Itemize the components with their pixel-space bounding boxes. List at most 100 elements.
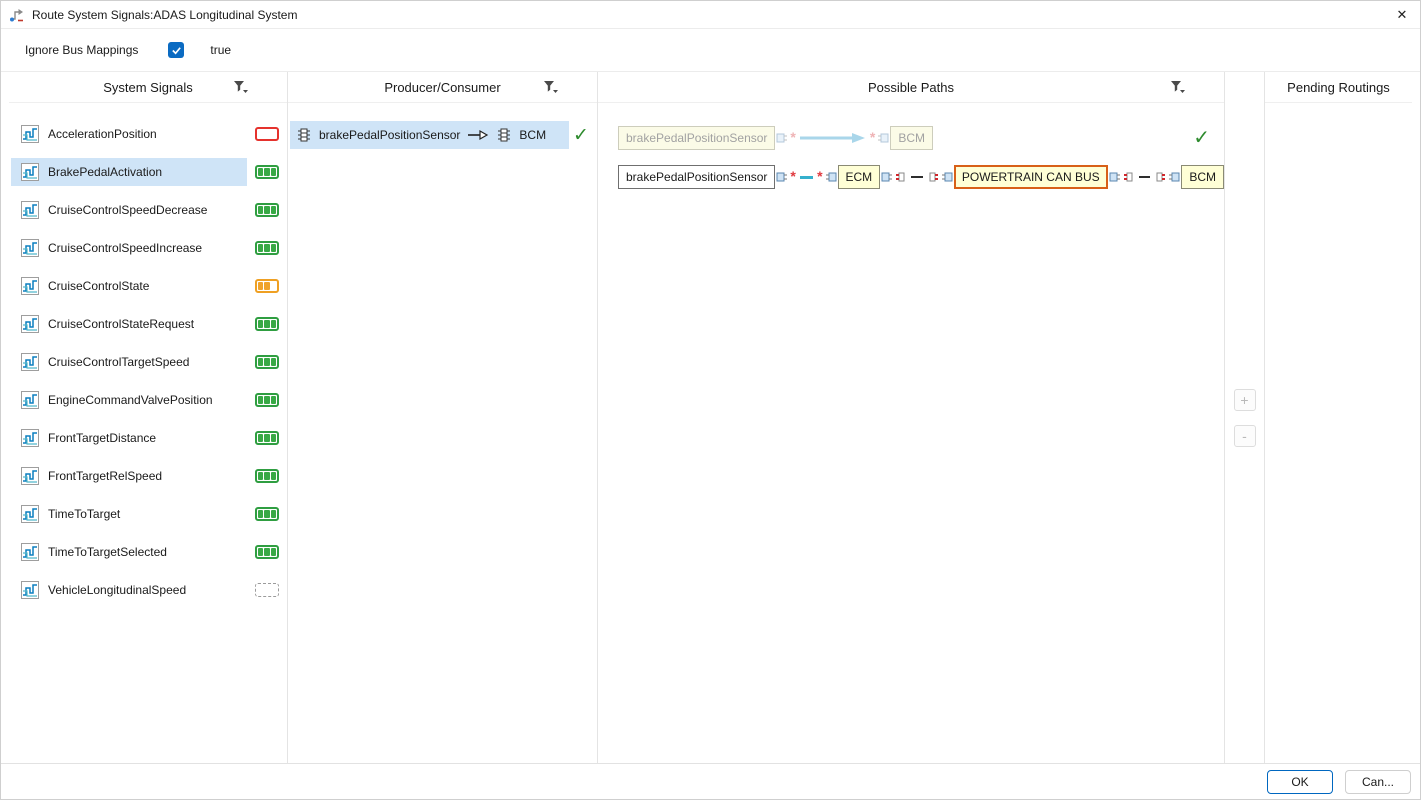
signal-row[interactable]: CruiseControlStateRequest [9,305,287,343]
component-icon [296,127,312,143]
path-node[interactable]: ECM [838,165,881,189]
signal-status-icon [255,165,279,179]
port-icon [1109,171,1121,183]
asterisk: * [817,168,822,184]
bus-pin-icon [1154,171,1166,183]
signal-row[interactable]: VehicleLongitudinalSpeed [9,571,287,609]
filter-icon[interactable] [543,80,559,95]
ok-button[interactable]: OK [1267,770,1333,794]
path-node[interactable]: brakePedalPositionSensor [618,165,775,189]
dialog-icon [9,7,25,23]
signal-row[interactable]: CruiseControlSpeedDecrease [9,191,287,229]
signal-status-icon [255,507,279,521]
path-node[interactable]: BCM [1181,165,1224,189]
ignore-bus-mappings-label: Ignore Bus Mappings [25,43,138,57]
port-icon [825,171,837,183]
signal-label: EngineCommandValvePosition [48,393,213,407]
signal-label: TimeToTarget [48,507,120,521]
bus-pin-icon [927,171,939,183]
close-button[interactable]: ✕ [1384,1,1420,28]
signal-status-icon [255,279,279,293]
path-row-direct[interactable]: brakePedalPositionSensor * * BCM ✓ [618,125,1224,150]
signal-row[interactable]: TimeToTargetSelected [9,533,287,571]
signal-status-icon [255,317,279,331]
signal-status-icon [255,241,279,255]
system-signals-list: AccelerationPosition BrakePedalActivatio… [9,103,287,609]
signal-status-icon [255,545,279,559]
signal-label: FrontTargetDistance [48,431,156,445]
system-signals-title: System Signals [103,80,193,95]
asterisk: * [790,168,795,184]
signal-waveform-icon [21,467,39,485]
ignore-bus-mappings-value: true [210,43,231,57]
signal-row[interactable]: AccelerationPosition [9,115,287,153]
signal-status-icon [255,355,279,369]
pending-routings-list [1265,103,1412,763]
mapped-connection-arrow [800,132,866,144]
signal-waveform-icon [21,391,39,409]
bus-pin-icon [1123,171,1135,183]
bus-connection-line [911,176,923,178]
path-node[interactable]: BCM [890,126,933,150]
signal-status-icon [255,469,279,483]
signal-waveform-icon [21,353,39,371]
routing-transfer-strip: + - [1225,72,1265,763]
route-system-signals-dialog: Route System Signals:ADAS Longitudinal S… [0,0,1421,800]
signal-waveform-icon [21,277,39,295]
add-routing-button[interactable]: + [1234,389,1256,411]
signal-label: FrontTargetRelSpeed [48,469,162,483]
path-node-selected[interactable]: POWERTRAIN CAN BUS [954,165,1108,189]
signal-row[interactable]: CruiseControlState [9,267,287,305]
window-title: Route System Signals:ADAS Longitudinal S… [32,8,297,22]
signal-row[interactable]: FrontTargetDistance [9,419,287,457]
port-icon [881,171,893,183]
system-signals-panel: System Signals AccelerationPosition Brak… [9,72,288,763]
remove-routing-button[interactable]: - [1234,425,1256,447]
ignore-bus-mappings-checkbox[interactable] [168,42,184,58]
possible-paths-panel: Possible Paths brakePedalPositionSensor … [598,72,1225,763]
signal-label: CruiseControlTargetSpeed [48,355,189,369]
pending-routings-title: Pending Routings [1287,80,1390,95]
filter-icon[interactable] [233,80,249,95]
signal-row[interactable]: TimeToTarget [9,495,287,533]
path-valid-check-icon: ✓ [1193,125,1210,150]
port-icon [1168,171,1180,183]
signal-waveform-icon [21,125,39,143]
signal-row[interactable]: EngineCommandValvePosition [9,381,287,419]
signal-label: CruiseControlSpeedIncrease [48,241,202,255]
cancel-button[interactable]: Can... [1345,770,1411,794]
signal-status-icon [255,431,279,445]
signal-waveform-icon [21,429,39,447]
signal-status-icon [255,127,279,141]
producer-consumer-title: Producer/Consumer [384,80,500,95]
signal-row[interactable]: FrontTargetRelSpeed [9,457,287,495]
path-node[interactable]: brakePedalPositionSensor [618,126,775,150]
signal-row[interactable]: CruiseControlTargetSpeed [9,343,287,381]
path-row-via-bus[interactable]: brakePedalPositionSensor * * ECM POWERTR… [618,165,1224,189]
producer-consumer-list: brakePedalPositionSensor BCM ✓ [288,103,597,149]
port-icon [941,171,953,183]
system-signals-header: System Signals [9,72,287,103]
signal-waveform-icon [21,239,39,257]
component-icon [496,127,512,143]
producer-consumer-item[interactable]: brakePedalPositionSensor BCM [290,121,569,149]
signal-label: CruiseControlState [48,279,149,293]
producer-consumer-panel: Producer/Consumer brakePedalPositionSens… [288,72,598,763]
signal-waveform-icon [21,581,39,599]
signal-waveform-icon [21,505,39,523]
signal-waveform-icon [21,315,39,333]
signal-row[interactable]: CruiseControlSpeedIncrease [9,229,287,267]
pending-routings-header: Pending Routings [1265,72,1412,103]
signal-label: AccelerationPosition [48,127,157,141]
consumer-label: BCM [519,128,546,142]
signal-waveform-icon [21,543,39,561]
signal-waveform-icon [21,163,39,181]
producer-label: brakePedalPositionSensor [319,128,460,142]
signal-status-icon [255,203,279,217]
port-icon [776,132,788,144]
signal-waveform-icon [21,201,39,219]
signal-row[interactable]: BrakePedalActivation [9,153,287,191]
possible-paths-list: brakePedalPositionSensor * * BCM ✓ brake… [598,103,1224,189]
signal-label: CruiseControlStateRequest [48,317,194,331]
filter-icon[interactable] [1170,80,1186,95]
